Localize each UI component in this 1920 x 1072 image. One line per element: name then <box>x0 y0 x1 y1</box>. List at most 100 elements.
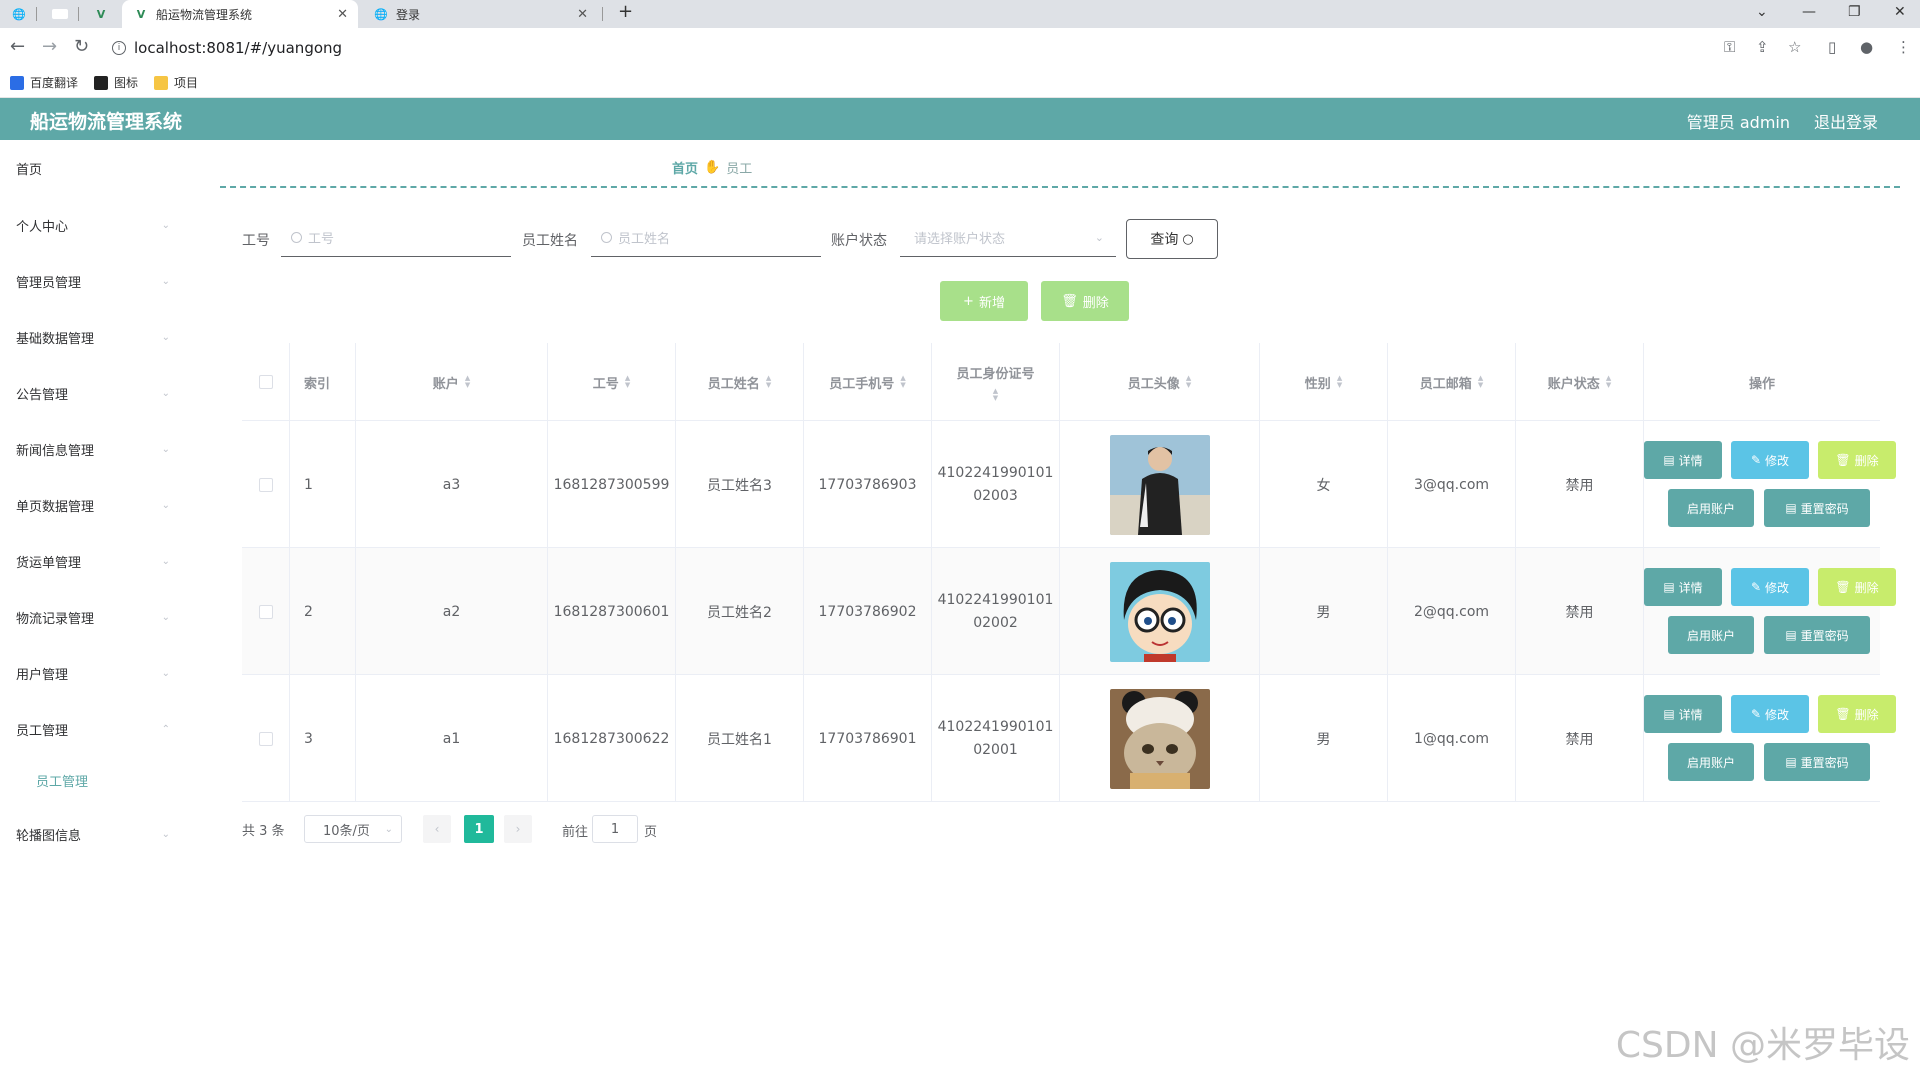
goto-prefix: 前往 <box>562 825 589 840</box>
page-size-select[interactable]: 10条/页 ⌄ <box>304 815 402 843</box>
sort-icon[interactable]: ▲ ▼ <box>465 375 470 389</box>
delete-button[interactable]: 🗑 删除 <box>1818 695 1896 733</box>
column-header-phone[interactable]: 员工手机号 ▲ ▼ <box>804 343 932 421</box>
sidebar-item-notice[interactable]: 公告管理 ⌄ <box>16 381 176 405</box>
sort-icon[interactable]: ▲ ▼ <box>766 375 771 389</box>
enable-account-button[interactable]: 启用账户 <box>1668 743 1754 781</box>
restore-icon[interactable]: ❐ <box>1848 4 1861 20</box>
sidebar-item-carousel[interactable]: 轮播图信息 ⌄ <box>16 822 176 846</box>
reset-password-button[interactable]: ▤ 重置密码 <box>1764 616 1870 654</box>
enable-account-button[interactable]: 启用账户 <box>1668 489 1754 527</box>
sort-icon[interactable]: ▲ ▼ <box>993 387 998 402</box>
sort-icon[interactable]: ▲ ▼ <box>1478 375 1483 389</box>
gonghao-input[interactable]: 工号 <box>281 219 511 257</box>
delete-button[interactable]: 🗑 删除 <box>1818 441 1896 479</box>
edit-button[interactable]: ✎ 修改 <box>1731 441 1809 479</box>
avatar-image-cartoon[interactable] <box>1109 561 1210 662</box>
avatar-image-person[interactable] <box>1109 434 1210 535</box>
url-field[interactable]: i localhost:8081/#/yuangong <box>112 36 342 60</box>
minimize-icon[interactable]: — <box>1802 4 1816 20</box>
row-checkbox[interactable] <box>258 604 273 619</box>
browser-tab-login[interactable]: 🌐 登录 ✕ <box>362 0 598 28</box>
sidebar-item-waybill[interactable]: 货运单管理 ⌄ <box>16 549 176 573</box>
sort-icon[interactable]: ▲ ▼ <box>625 375 630 389</box>
column-header-email[interactable]: 员工邮箱 ▲ ▼ <box>1388 343 1516 421</box>
profile-icon[interactable]: ● <box>1860 38 1873 56</box>
share-icon[interactable]: ⇪ <box>1756 38 1769 56</box>
page-number-current[interactable]: 1 <box>464 815 494 843</box>
cell-actions: ▤ 详情 ✎ 修改 🗑 删除 启用账户 ▤ 重置密码 <box>1644 421 1896 548</box>
sidebar-item-personal-center[interactable]: 个人中心 ⌄ <box>16 213 176 237</box>
sort-icon[interactable]: ▲ ▼ <box>1186 375 1191 389</box>
name-input[interactable]: 员工姓名 <box>591 219 821 257</box>
column-header-status[interactable]: 账户状态 ▲ ▼ <box>1516 343 1644 421</box>
detail-button[interactable]: ▤ 详情 <box>1644 568 1722 606</box>
browser-tab-1[interactable]: 🌐 <box>0 0 34 28</box>
tab-divider <box>78 7 79 21</box>
side-panel-icon[interactable]: ▯ <box>1828 38 1836 56</box>
menu-icon[interactable]: ⋮ <box>1896 38 1911 56</box>
detail-button[interactable]: ▤ 详情 <box>1644 441 1722 479</box>
tab-search-icon[interactable]: ⌄ <box>1756 4 1768 20</box>
row-checkbox[interactable] <box>258 477 273 492</box>
reload-icon[interactable]: ↻ <box>74 36 89 57</box>
sidebar-item-staff-manage[interactable]: 员工管理 ⌃ <box>16 717 176 741</box>
sidebar-subitem-staff-manage[interactable]: 员工管理 <box>36 771 88 790</box>
cell-phone: 17703786902 <box>804 548 932 675</box>
logout-link[interactable]: 退出登录 <box>1814 109 1878 133</box>
sidebar-item-admin-manage[interactable]: 管理员管理 ⌄ <box>16 269 176 293</box>
sidebar-item-home[interactable]: 首页 <box>16 156 176 180</box>
status-select[interactable]: 请选择账户状态 ⌄ <box>900 219 1116 257</box>
goto-page-input[interactable]: 1 <box>592 815 638 843</box>
prev-page-button[interactable]: ‹ <box>423 815 451 843</box>
sort-icon[interactable]: ▲ ▼ <box>1337 375 1342 389</box>
pencil-icon: ✎ <box>1750 707 1762 721</box>
sidebar-item-logistics-record[interactable]: 物流记录管理 ⌄ <box>16 605 176 629</box>
column-header-avatar[interactable]: 员工头像 ▲ ▼ <box>1060 343 1260 421</box>
info-icon[interactable]: i <box>112 41 126 55</box>
add-button[interactable]: + 新增 <box>940 281 1028 321</box>
enable-account-button[interactable]: 启用账户 <box>1668 616 1754 654</box>
sort-icon[interactable]: ▲ ▼ <box>900 375 905 389</box>
close-tab-icon[interactable]: ✕ <box>577 7 588 22</box>
column-header-gender[interactable]: 性别 ▲ ▼ <box>1260 343 1388 421</box>
forward-icon[interactable]: → <box>42 36 57 57</box>
column-header-account[interactable]: 账户 ▲ ▼ <box>356 343 548 421</box>
column-header-name[interactable]: 员工姓名 ▲ ▼ <box>676 343 804 421</box>
select-all-checkbox[interactable] <box>258 375 273 389</box>
edit-button[interactable]: ✎ 修改 <box>1731 568 1809 606</box>
new-tab-icon[interactable]: + <box>618 1 633 22</box>
close-window-icon[interactable]: ✕ <box>1894 4 1906 20</box>
star-icon[interactable]: ☆ <box>1788 38 1801 56</box>
detail-button[interactable]: ▤ 详情 <box>1644 695 1722 733</box>
back-icon[interactable]: ← <box>10 36 25 57</box>
query-button[interactable]: 查询 ○ <box>1126 219 1218 259</box>
bookmark-tubiao[interactable]: 图标 <box>94 74 138 91</box>
reset-password-button[interactable]: ▤ 重置密码 <box>1764 489 1870 527</box>
sidebar-item-label: 轮播图信息 <box>16 828 82 844</box>
column-header-id-card[interactable]: 员工身份证号 ▲ ▼ <box>932 343 1060 421</box>
sort-icon[interactable]: ▲ ▼ <box>1606 375 1611 389</box>
reset-password-button[interactable]: ▤ 重置密码 <box>1764 743 1870 781</box>
sidebar-item-news[interactable]: 新闻信息管理 ⌄ <box>16 437 176 461</box>
breadcrumb-home[interactable]: 首页 <box>672 158 698 177</box>
sidebar-item-basic-data[interactable]: 基础数据管理 ⌄ <box>16 325 176 349</box>
row-checkbox[interactable] <box>258 731 273 746</box>
close-tab-icon[interactable]: ✕ <box>337 7 348 22</box>
edit-button[interactable]: ✎ 修改 <box>1731 695 1809 733</box>
browser-tab-2[interactable] <box>40 0 76 28</box>
browser-tab-active[interactable]: V 船运物流管理系统 ✕ <box>122 0 358 28</box>
avatar-image-cat[interactable] <box>1109 688 1210 789</box>
bookmark-xiangmu[interactable]: 项目 <box>154 74 198 91</box>
sidebar-item-single-page[interactable]: 单页数据管理 ⌄ <box>16 493 176 517</box>
key-icon[interactable]: ⚿ <box>1724 38 1735 56</box>
delete-button[interactable]: 🗑 删除 <box>1818 568 1896 606</box>
browser-tab-3[interactable]: V <box>82 0 118 28</box>
sidebar-item-user-manage[interactable]: 用户管理 ⌄ <box>16 661 176 685</box>
next-page-button[interactable]: › <box>504 815 532 843</box>
globe-icon: 🌐 <box>12 7 26 21</box>
bookmark-label: 百度翻译 <box>30 76 79 90</box>
batch-delete-button[interactable]: 🗑 删除 <box>1041 281 1129 321</box>
bookmark-baidu-fanyi[interactable]: 百度翻译 <box>10 74 78 91</box>
column-header-gonghao[interactable]: 工号 ▲ ▼ <box>548 343 676 421</box>
